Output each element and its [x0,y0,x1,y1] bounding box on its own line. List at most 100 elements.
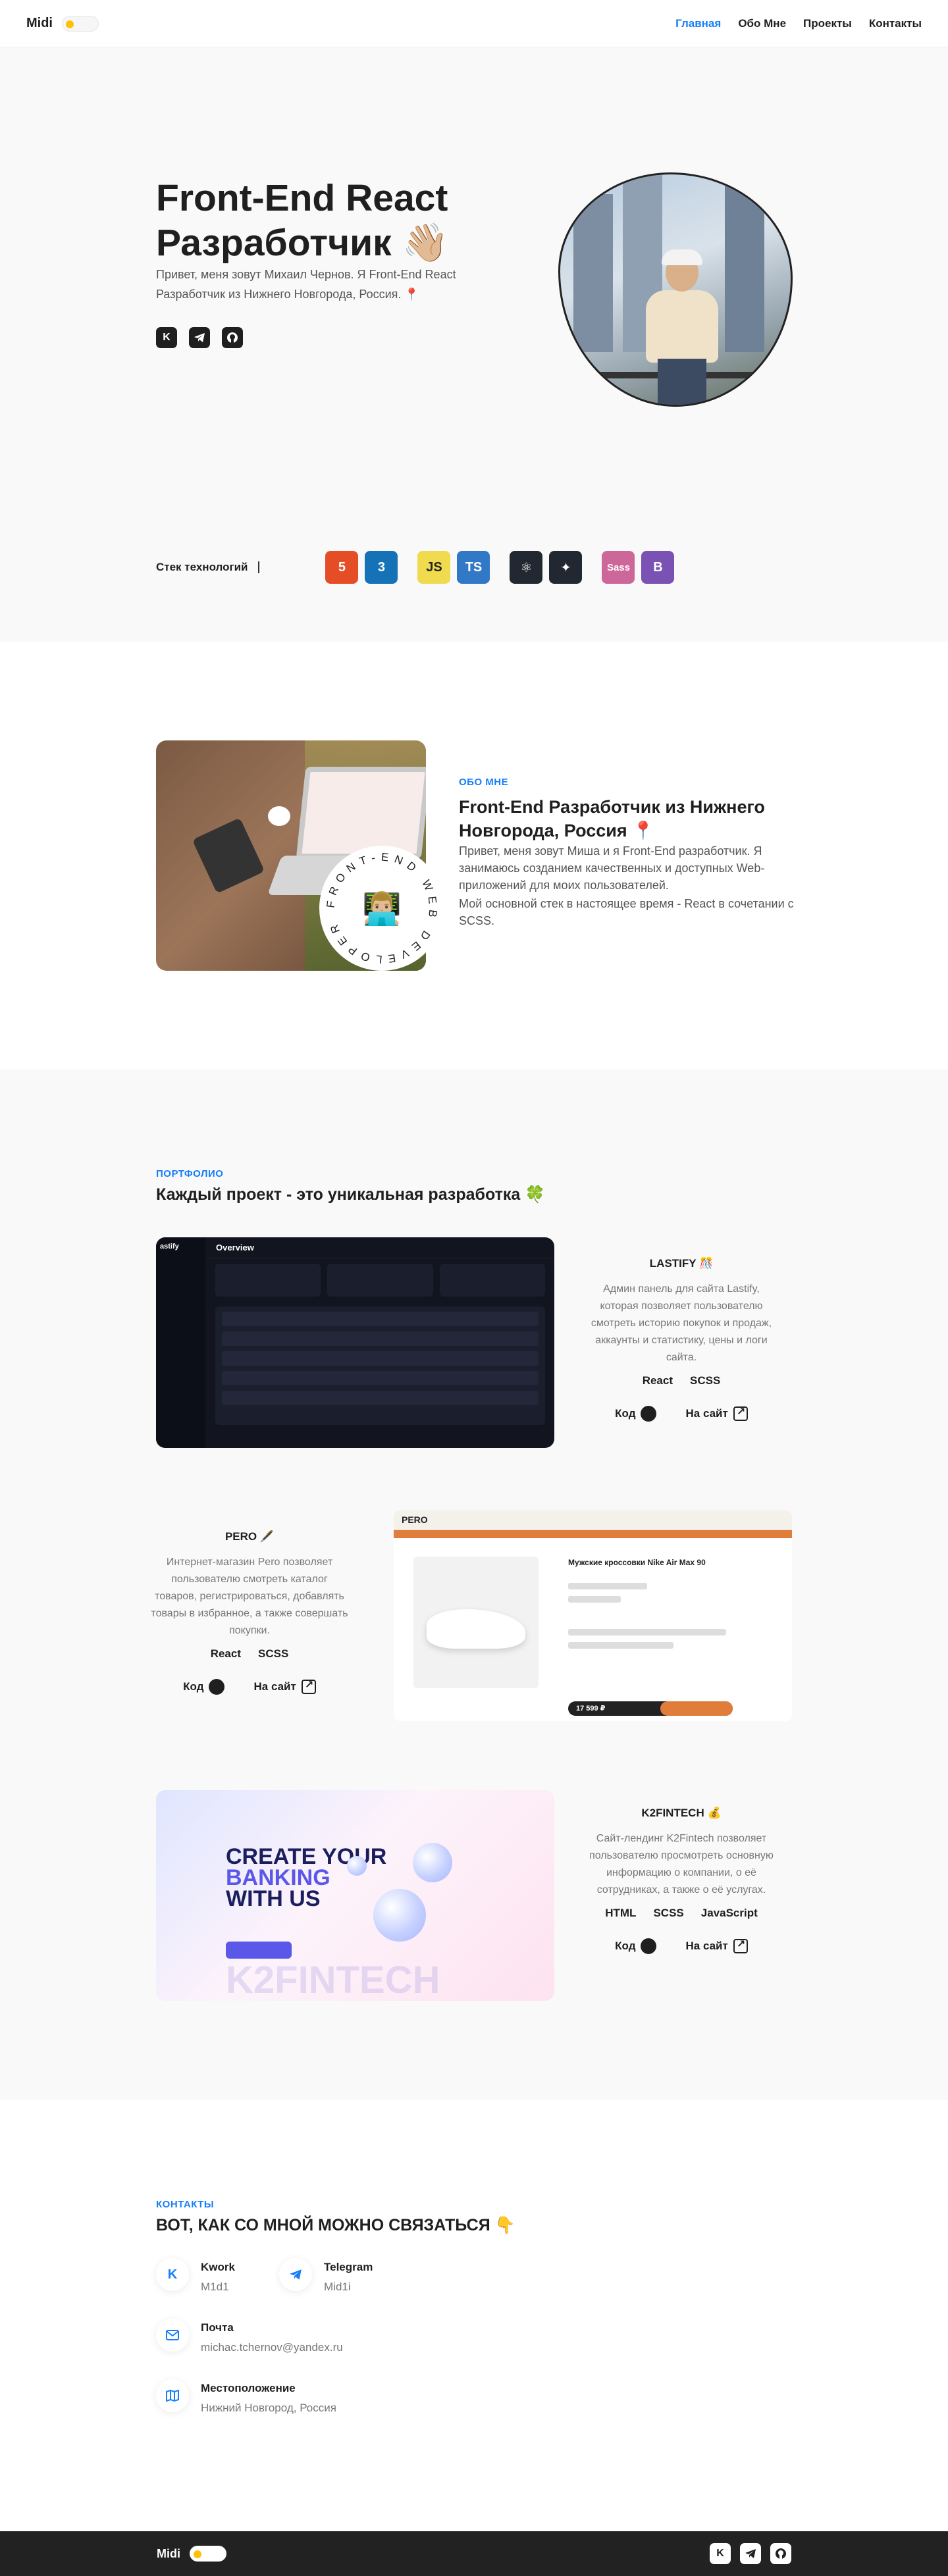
nav-projects[interactable]: Проекты [803,17,852,30]
main-nav: Главная Обо Мне Проекты Контакты [675,17,922,30]
circular-text: FRONT-END WEB DEVELOPER [325,850,440,966]
contact-label: Местоположение [201,2382,296,2394]
contact-label: Почта [201,2321,234,2334]
logo[interactable]: Midi [26,16,53,31]
project-name: PERO 🖋️ [224,1530,275,1543]
stack-icons: 5 3 JS TS ⚛ ✦ Sass B [325,551,675,584]
github-icon [641,1938,657,1954]
project-links: Код На сайт [151,1678,348,1695]
brand: Midi [26,15,99,32]
contact-telegram[interactable]: Telegram Mid1i [279,2258,373,2294]
pero-product: Мужские кроссовки Nike Air Max 90 [568,1558,706,1567]
hero-section: Front-End React Разработчик 👋🏼 Привет, м… [0,47,948,642]
html5-icon: 5 [325,551,359,584]
project-name: K2FINTECH 💰 [641,1807,722,1819]
github-icon[interactable] [770,2543,791,2564]
about-tag: ОБО МНЕ [459,777,509,788]
contact-location[interactable]: Местоположение Нижний Новгород, Россия [156,2379,336,2415]
tech-tag: HTML [605,1907,637,1919]
javascript-icon: JS [417,551,451,584]
code-label: Код [183,1680,204,1693]
site-label: На сайт [253,1680,296,1693]
profile-photo [558,172,793,407]
code-label: Код [615,1940,636,1952]
project-card: LASTIFY 🎊 Админ панель для сайта Lastify… [583,1257,780,1422]
external-link-icon [301,1678,316,1694]
footer-logo[interactable]: Midi [157,2547,180,2561]
stack-icon-pair: ⚛ ✦ [510,551,583,584]
project-desc: Интернет-магазин Pero позволяет пользова… [151,1557,348,1636]
bootstrap-icon: B [641,551,675,584]
figma-icon: ✦ [549,551,583,584]
sass-icon: Sass [602,551,635,584]
tech-tag: JavaScript [700,1907,758,1919]
pero-screenshot[interactable]: PERO Мужские кроссовки Nike Air Max 90 1… [394,1510,792,1721]
kwork-icon[interactable]: K [710,2543,731,2564]
react-icon: ⚛ [510,551,543,584]
code-link[interactable]: Код [183,1679,225,1695]
kwork-icon: K [156,2258,189,2291]
github-icon[interactable] [222,327,243,348]
hero-text: Привет, меня зовут Михаил Чернов. Я Fron… [156,268,456,301]
k2-headline: WITH US [226,1886,321,1911]
tech-tag: SCSS [653,1907,684,1919]
typescript-icon: TS [457,551,490,584]
pero-logo: PERO [402,1514,428,1525]
stack-icon-pair: JS TS [417,551,490,584]
k2fintech-screenshot[interactable]: CREATE YOUR BANKING WITH US K2FINTECH [156,1790,554,2001]
about-title: Front-End Разработчик из Нижнего Новгоро… [459,797,765,840]
site-label: На сайт [685,1407,728,1420]
lastify-screenshot[interactable]: astify Overview [156,1237,554,1448]
telegram-icon[interactable] [189,327,210,348]
footer-brand: Midi [157,2546,226,2562]
about-paragraph: Мой основной стек в настоящее время - Re… [459,897,794,927]
footer-social: K [710,2543,791,2564]
tech-tag: SCSS [258,1647,289,1660]
code-link[interactable]: Код [615,1938,657,1954]
contacts-tag: КОНТАКТЫ [156,2199,215,2210]
hero-title: Front-End React Разработчик 👋🏼 [156,177,449,264]
project-name: LASTIFY 🎊 [649,1257,714,1270]
css3-icon: 3 [365,551,398,584]
stack-label: Стек технологий [156,561,260,573]
site-link[interactable]: На сайт [253,1678,316,1695]
mail-icon [156,2319,189,2352]
contact-mail[interactable]: Почта michac.tchernov@yandex.ru [156,2319,343,2354]
site-link[interactable]: На сайт [685,1405,748,1422]
kwork-icon[interactable]: K [156,327,177,348]
tech-tag: SCSS [690,1374,721,1387]
project-tech: React SCSS [151,1647,348,1661]
contact-value: M1d1 [201,2280,229,2293]
portfolio-title: Каждый проект - это уникальная разработк… [156,1185,546,1204]
nav-home[interactable]: Главная [675,17,721,30]
site-header: Midi Главная Обо Мне Проекты Контакты [0,0,948,47]
nav-about[interactable]: Обо Мне [738,17,786,30]
telegram-icon[interactable] [740,2543,761,2564]
tech-stack: Стек технологий 5 3 JS TS ⚛ ✦ Sass B [156,551,675,584]
telegram-icon [279,2258,312,2291]
external-link-icon [733,1405,748,1421]
nav-contacts[interactable]: Контакты [869,17,922,30]
sun-icon [66,20,74,28]
contact-kwork[interactable]: K Kwork M1d1 [156,2258,235,2294]
contacts-section: КОНТАКТЫ ВОТ, КАК СО МНОЙ МОЖНО СВЯЗАТЬС… [0,2100,948,2531]
code-link[interactable]: Код [615,1406,657,1422]
svg-text:FRONT-END WEB DEVELOPER: FRONT-END WEB DEVELOPER [325,850,440,966]
project-links: Код На сайт [583,1405,780,1422]
pero-price: 17 599 ₽ [576,1705,606,1713]
theme-toggle[interactable] [190,2546,226,2562]
project-tech: HTML SCSS JavaScript [583,1907,780,1920]
project-links: Код На сайт [583,1938,780,1954]
contact-value: Нижний Новгород, Россия [201,2402,336,2414]
contact-label: Kwork [201,2261,235,2273]
site-link[interactable]: На сайт [685,1938,748,1954]
lastify-overview: Overview [216,1243,254,1252]
theme-toggle[interactable] [62,15,99,32]
github-icon [209,1679,225,1695]
stack-icon-pair: 53 [325,551,398,584]
site-footer: Midi K [0,2531,948,2576]
stack-icon-pair: Sass B [602,551,675,584]
project-card: PERO 🖋️ Интернет-магазин Pero позволяет … [151,1530,348,1695]
tech-tag: React [642,1374,673,1387]
contacts-title: ВОТ, КАК СО МНОЙ МОЖНО СВЯЗАТЬСЯ 👇 [156,2216,515,2234]
